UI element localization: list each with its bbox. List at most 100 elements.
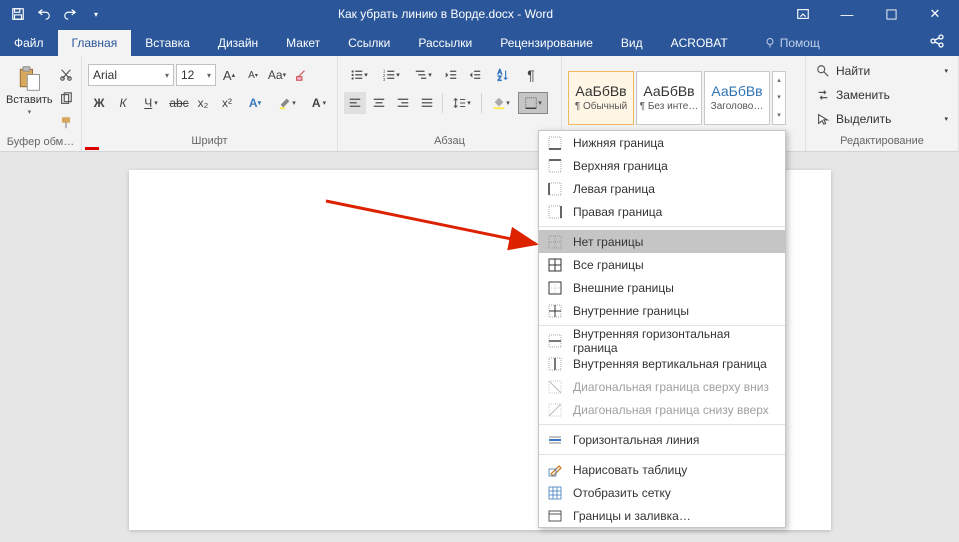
view-gridlines-item[interactable]: Отобразить сетку [539, 481, 785, 504]
tab-file[interactable]: Файл [0, 30, 58, 56]
border-left-item[interactable]: Левая граница [539, 177, 785, 200]
horizontal-line-item[interactable]: Горизонтальная линия [539, 428, 785, 451]
borders-dialog-icon [547, 508, 563, 524]
strikethrough-button[interactable]: abc [168, 92, 190, 114]
group-font: Arial▾ 12▾ A▴ A▾ Aa▾ Ж К Ч▾ abc x₂ x² A▾… [82, 56, 338, 151]
border-none-item[interactable]: Нет границы [539, 230, 785, 253]
paste-label: Вставить [6, 94, 53, 106]
change-case-icon[interactable]: Aa▾ [266, 64, 288, 86]
borders-shading-dialog-item[interactable]: Границы и заливка… [539, 504, 785, 527]
draw-table-item[interactable]: Нарисовать таблицу [539, 458, 785, 481]
group-clipboard: Вставить ▾ Буфер обм… [0, 56, 82, 151]
bold-button[interactable]: Ж [88, 92, 110, 114]
group-paragraph: ▾ 123▾ ▾ AZ ¶ ▾ ▾ ▾ [338, 56, 562, 151]
shrink-font-icon[interactable]: A▾ [242, 64, 264, 86]
increase-indent-icon[interactable] [464, 64, 486, 86]
border-outside-item[interactable]: Внешние границы [539, 276, 785, 299]
bullets-icon[interactable]: ▾ [344, 64, 374, 86]
select-button[interactable]: Выделить▾ [812, 108, 952, 130]
document-workspace [0, 152, 959, 542]
gridlines-icon [547, 485, 563, 501]
align-center-icon[interactable] [368, 92, 390, 114]
border-outside-icon [547, 280, 563, 296]
cut-icon[interactable] [55, 64, 77, 86]
border-inside-v-icon [547, 356, 563, 372]
border-inside-v-item[interactable]: Внутренняя вертикальная граница [539, 352, 785, 375]
show-marks-icon[interactable]: ¶ [520, 64, 542, 86]
tab-design[interactable]: Дизайн [204, 30, 272, 56]
share-button[interactable] [915, 29, 959, 56]
tab-acrobat[interactable]: ACROBAT [657, 30, 742, 56]
border-top-item[interactable]: Верхняя граница [539, 154, 785, 177]
font-size-combo[interactable]: 12▾ [176, 64, 216, 86]
line-spacing-icon[interactable]: ▾ [447, 92, 477, 114]
tab-review[interactable]: Рецензирование [486, 30, 607, 56]
border-inside-h-item[interactable]: Внутренняя горизонтальная граница [539, 329, 785, 352]
group-label-paragraph: Абзац [344, 133, 555, 151]
borders-button[interactable]: ▾ [518, 92, 548, 114]
decrease-indent-icon[interactable] [440, 64, 462, 86]
superscript-button[interactable]: x² [216, 92, 238, 114]
tab-references[interactable]: Ссылки [334, 30, 404, 56]
undo-icon[interactable] [32, 2, 56, 26]
tab-insert[interactable]: Вставка [131, 30, 204, 56]
group-label-editing: Редактирование [812, 133, 952, 151]
style-heading1[interactable]: АаБбВв Заголово… [704, 71, 770, 125]
highlight-icon[interactable]: ▾ [272, 92, 302, 114]
border-right-item[interactable]: Правая граница [539, 200, 785, 223]
border-all-icon [547, 257, 563, 273]
tab-layout[interactable]: Макет [272, 30, 334, 56]
redo-icon[interactable] [58, 2, 82, 26]
tab-mailings[interactable]: Рассылки [404, 30, 486, 56]
grow-font-icon[interactable]: A▴ [218, 64, 240, 86]
text-effects-icon[interactable]: A▾ [240, 92, 270, 114]
align-left-icon[interactable] [344, 92, 366, 114]
maximize-icon[interactable] [871, 0, 911, 28]
numbering-icon[interactable]: 123▾ [376, 64, 406, 86]
tab-home[interactable]: Главная [58, 30, 132, 56]
border-inside-item[interactable]: Внутренние границы [539, 299, 785, 322]
shading-icon[interactable]: ▾ [486, 92, 516, 114]
border-left-icon [547, 181, 563, 197]
clear-format-icon[interactable] [290, 64, 312, 86]
close-icon[interactable]: ✕ [915, 0, 955, 28]
sort-icon[interactable]: AZ [488, 64, 518, 86]
minimize-icon[interactable]: — [827, 0, 867, 28]
border-right-icon [547, 204, 563, 220]
save-icon[interactable] [6, 2, 30, 26]
tab-view[interactable]: Вид [607, 30, 657, 56]
font-name-combo[interactable]: Arial▾ [88, 64, 174, 86]
svg-text:3: 3 [383, 77, 386, 82]
font-color-icon[interactable]: A▾ [304, 92, 334, 114]
ribbon: Вставить ▾ Буфер обм… Arial▾ 12▾ A▴ A▾ A… [0, 56, 959, 152]
italic-button[interactable]: К [112, 92, 134, 114]
border-inside-h-icon [547, 333, 563, 349]
quick-access-toolbar: ▾ [0, 2, 108, 26]
qat-customize-icon[interactable]: ▾ [84, 2, 108, 26]
style-normal[interactable]: АаБбВв ¶ Обычный [568, 71, 634, 125]
multilevel-list-icon[interactable]: ▾ [408, 64, 438, 86]
horizontal-line-icon [547, 432, 563, 448]
paste-button[interactable]: Вставить ▾ [6, 60, 53, 116]
format-painter-icon[interactable] [55, 112, 77, 134]
border-all-item[interactable]: Все границы [539, 253, 785, 276]
replace-button[interactable]: Заменить [812, 84, 952, 106]
style-no-spacing[interactable]: АаБбВв ¶ Без инте… [636, 71, 702, 125]
underline-button[interactable]: Ч▾ [136, 92, 166, 114]
ribbon-options-icon[interactable] [783, 0, 823, 28]
justify-icon[interactable] [416, 92, 438, 114]
subscript-button[interactable]: x₂ [192, 92, 214, 114]
border-inside-icon [547, 303, 563, 319]
find-button[interactable]: Найти▾ [812, 60, 952, 82]
border-diag-up-icon [547, 402, 563, 418]
tell-me-input[interactable]: Помощ [750, 30, 834, 56]
copy-icon[interactable] [55, 88, 77, 110]
align-right-icon[interactable] [392, 92, 414, 114]
tell-me-label: Помощ [780, 36, 820, 50]
svg-text:Z: Z [498, 75, 502, 82]
document-title: Как убрать линию в Bорде.docx - Word [108, 7, 783, 21]
styles-more-button[interactable]: ▴▾▾ [772, 71, 786, 125]
border-bottom-item[interactable]: Нижняя граница [539, 131, 785, 154]
border-bottom-icon [547, 135, 563, 151]
border-top-icon [547, 158, 563, 174]
